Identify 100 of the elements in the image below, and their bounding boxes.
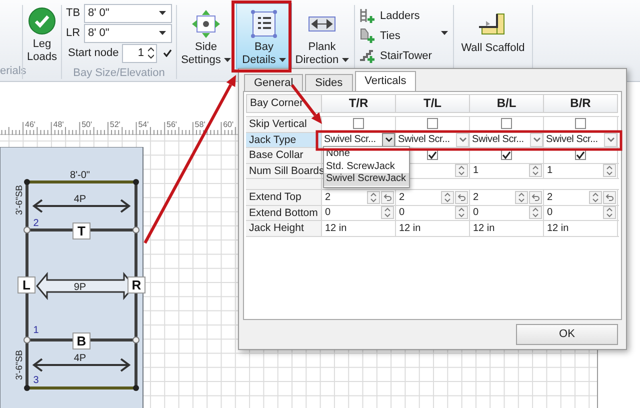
dimension-label: 3'-6"SB [14,350,24,380]
reset-button[interactable] [381,190,394,204]
row-label: Num Sill Boards [246,164,322,178]
tab[interactable]: Sides [305,74,353,91]
spin-arrows-icon [518,192,525,203]
spin-arrows-icon [370,192,377,203]
spin-field[interactable]: 2 [396,190,469,204]
ladder-plus-icon [359,8,377,24]
row-label: Extend Top [246,190,322,204]
reset-button[interactable] [529,190,542,204]
spin-field[interactable]: 0 [470,206,543,220]
bracket-plus-icon [359,28,377,44]
ruler-label: 48' [53,120,64,129]
column-header: B/L [470,94,544,113]
group-label: Bay Size/Elevation [72,66,166,81]
spin-button[interactable] [529,164,542,178]
node-number: 3 [33,375,39,386]
spin-field[interactable]: 0 [544,206,617,220]
dropdown-button[interactable] [382,132,395,147]
reset-button[interactable] [603,190,616,204]
plank-label: 4P [74,194,86,205]
dropdown-field[interactable]: 8' 0" [84,4,172,23]
spin-field[interactable]: 2 [322,190,395,204]
undo-arrow-icon [531,192,540,202]
column-header: T/R [322,94,396,113]
field-label: Start node [68,46,119,62]
dropdown-field[interactable]: Swivel Scr... [396,132,469,147]
ribbon-button[interactable]: Ties [359,26,441,46]
check-icon [163,49,172,58]
checkbox[interactable] [427,118,438,129]
ruler-label: 46' [25,120,36,129]
ribbon-button[interactable]: Side Settings [178,3,234,69]
tab[interactable]: Verticals [354,71,416,91]
spin-arrows-icon [592,192,599,203]
ruler-label: 50' [82,120,92,129]
spin-field[interactable]: 2 [544,190,617,204]
stairs-plus-icon [359,48,377,64]
side-marker: T [72,222,90,240]
checkbox[interactable] [353,118,364,129]
row-label: Base Collar [246,148,322,162]
checkbox[interactable] [575,118,586,129]
spin-arrows-icon [532,165,539,176]
list-icon [250,9,278,39]
ribbon-button[interactable]: StairTower [359,46,441,66]
spin-button[interactable] [367,190,380,204]
side-marker: B [72,332,90,350]
ok-button[interactable]: OK [516,324,618,345]
leg-loads-button[interactable]: Leg Loads [24,3,60,69]
chevron-icon [532,137,540,142]
field-label: TB [66,6,82,21]
spin-button[interactable] [455,164,468,178]
spin-arrows-icon [532,207,539,218]
column-header: B/R [544,94,618,113]
spin-arrows-icon [606,207,613,218]
spin-field[interactable]: 2 [470,190,543,204]
caret-icon [278,58,286,62]
row-label: Jack Height [246,221,322,236]
column-header: T/L [396,94,470,113]
dropdown-field[interactable]: 8' 0" [84,24,172,43]
spin-button[interactable] [441,190,454,204]
spin-button[interactable] [455,206,468,220]
checkbox[interactable] [501,118,512,129]
dimension-label: 8'-0" [70,170,90,181]
ribbon-button[interactable]: Ladders [359,6,441,26]
side-marker: L [18,276,36,294]
spin-arrows-icon [458,207,465,218]
node-number: 1 [33,325,39,336]
spin-button[interactable] [529,206,542,220]
spin-field[interactable]: 0 [396,206,469,220]
column-header: Bay Corner [246,94,322,113]
spin-field[interactable]: 0 [322,206,395,220]
tab[interactable]: General [244,74,304,91]
dropdown-option[interactable]: Swivel ScrewJack [324,173,409,186]
plank-label: 4P [74,353,86,364]
spin-field[interactable]: 1 [122,44,157,63]
ribbon-button[interactable]: Plank Direction [294,3,350,69]
spin-arrows-icon [606,165,613,176]
spin-button[interactable] [589,190,602,204]
spin-button[interactable] [381,206,394,220]
undo-arrow-icon [383,192,392,202]
chevron-icon [458,137,466,142]
chevron-icon [606,137,614,142]
dropdown-field[interactable]: Swivel Scr... [470,132,543,147]
spin-button[interactable] [603,206,616,220]
caret-icon [159,31,166,36]
dropdown-option[interactable]: Std. ScrewJack [324,160,409,173]
spin-field[interactable]: 1 [470,164,543,178]
reset-button[interactable] [455,190,468,204]
spin-arrows-icon [384,207,391,218]
spin-arrows-icon [444,192,451,203]
spin-field[interactable]: 1 [544,164,617,178]
row-label: Skip Vertical [246,117,322,132]
undo-arrow-icon [457,192,466,202]
caret-icon [441,31,448,35]
spin-button[interactable] [515,190,528,204]
spin-button[interactable] [603,164,616,178]
chevron-icon [384,137,392,142]
ribbon-button[interactable]: Bay Details [236,3,292,69]
ruler-label: 54' [138,120,149,129]
dropdown-field[interactable]: Swivel Scr... [544,132,617,147]
